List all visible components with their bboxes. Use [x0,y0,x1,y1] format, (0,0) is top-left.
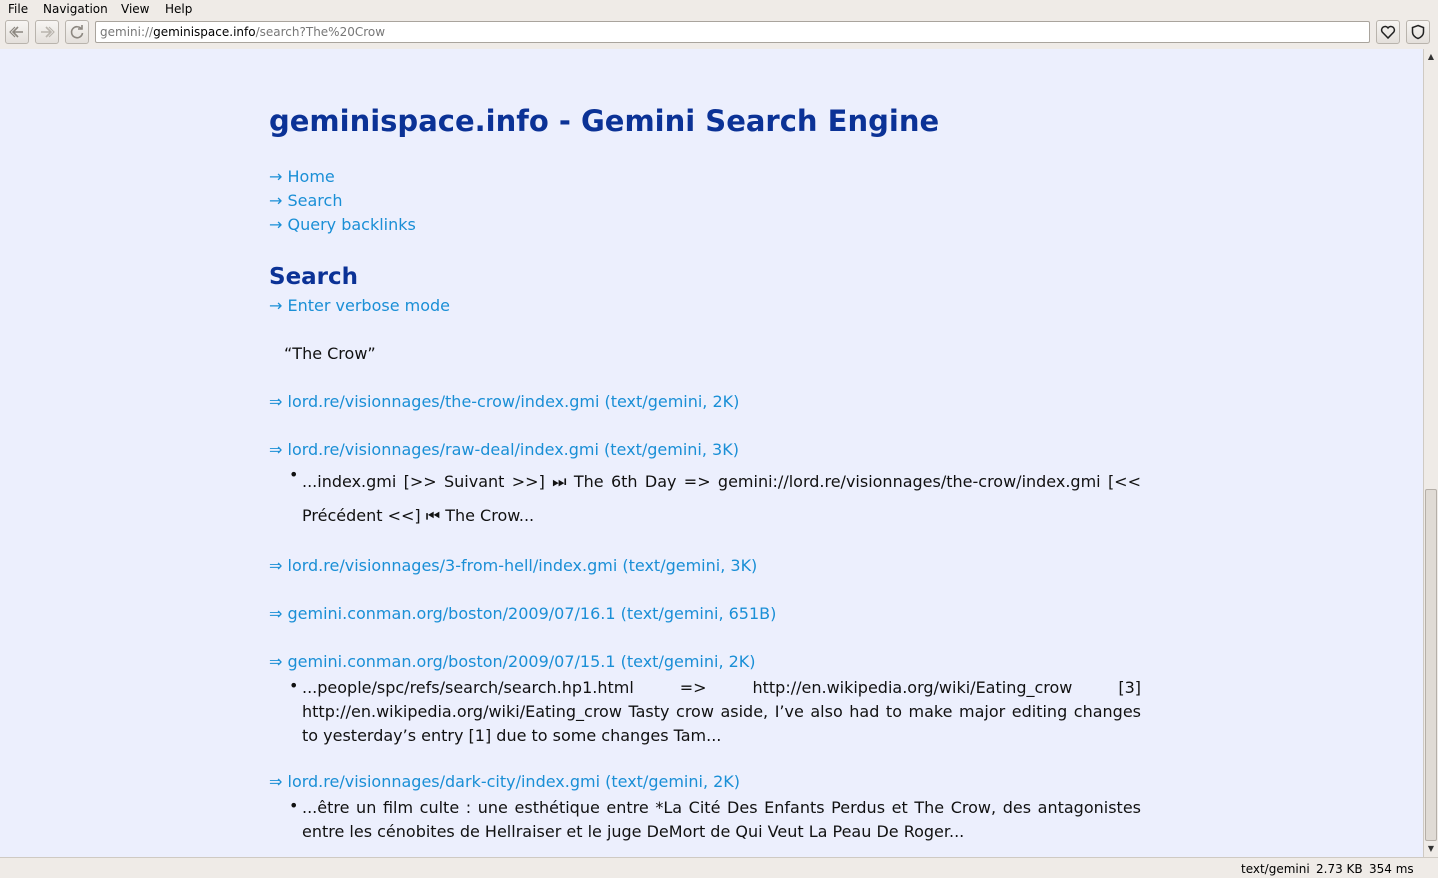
search-query: “The Crow” [284,344,376,363]
url-scheme: gemini:// [100,25,154,39]
bullet-icon: • [289,676,299,695]
forward-arrow-icon [41,26,55,38]
url-path: /search?The%20Crow [255,25,386,39]
result-link[interactable]: ⇒ gemini.conman.org/boston/2009/07/15.1 … [269,652,756,671]
content-area: geminispace.info - Gemini Search Engine … [0,49,1423,857]
url-host: geminispace.info [153,25,256,39]
status-mime: text/gemini [1241,862,1310,876]
scroll-up-icon[interactable]: ▲ [1426,52,1436,62]
bookmark-button[interactable] [1376,20,1400,44]
result-snippet: • ...people/spc/refs/search/search.hp1.h… [289,676,1141,745]
nav-link-home[interactable]: → Home [269,167,335,186]
status-bar: text/gemini 2.73 KB 354 ms [0,857,1438,878]
back-button[interactable] [5,20,29,44]
reload-icon [70,25,84,39]
heart-icon [1380,25,1396,40]
nav-link-search[interactable]: → Search [269,191,342,210]
result-link[interactable]: ⇒ lord.re/visionnages/3-from-hell/index.… [269,556,757,575]
certificate-button[interactable] [1406,20,1430,44]
page-title: geminispace.info - Gemini Search Engine [269,104,940,138]
result-snippet: • ...être un film culte : une esthétique… [289,796,1141,841]
vertical-scrollbar[interactable]: ▲ ▼ [1423,49,1438,857]
nav-link-query-backlinks[interactable]: → Query backlinks [269,215,416,234]
result-link[interactable]: ⇒ gemini.conman.org/boston/2009/07/16.1 … [269,604,776,623]
forward-button[interactable] [35,20,59,44]
toolbar: gemini://geminispace.info/search?The%20C… [0,19,1438,45]
bullet-icon: • [289,796,299,815]
address-bar[interactable]: gemini://geminispace.info/search?The%20C… [95,21,1370,43]
scroll-thumb[interactable] [1425,489,1437,841]
menu-bar: File Navigation View Help [0,0,1438,19]
result-snippet: • ...index.gmi [>> Suivant >>] ⏭ The 6th… [289,465,1141,525]
scroll-down-icon[interactable]: ▼ [1426,844,1436,854]
bullet-icon: • [289,465,299,484]
status-time: 354 ms [1369,862,1414,876]
result-link[interactable]: ⇒ lord.re/visionnages/raw-deal/index.gmi… [269,440,739,459]
shield-icon [1411,24,1425,40]
section-heading: Search [269,264,359,290]
result-link[interactable]: ⇒ lord.re/visionnages/the-crow/index.gmi… [269,392,739,411]
verbose-mode-link[interactable]: → Enter verbose mode [269,296,450,315]
status-size: 2.73 KB [1316,862,1363,876]
reload-button[interactable] [65,20,89,44]
menu-navigation[interactable]: Navigation [43,2,108,16]
menu-file[interactable]: File [8,2,28,16]
menu-view[interactable]: View [121,2,149,16]
back-arrow-icon [9,26,23,38]
result-link[interactable]: ⇒ lord.re/visionnages/dark-city/index.gm… [269,772,740,791]
menu-help[interactable]: Help [165,2,192,16]
